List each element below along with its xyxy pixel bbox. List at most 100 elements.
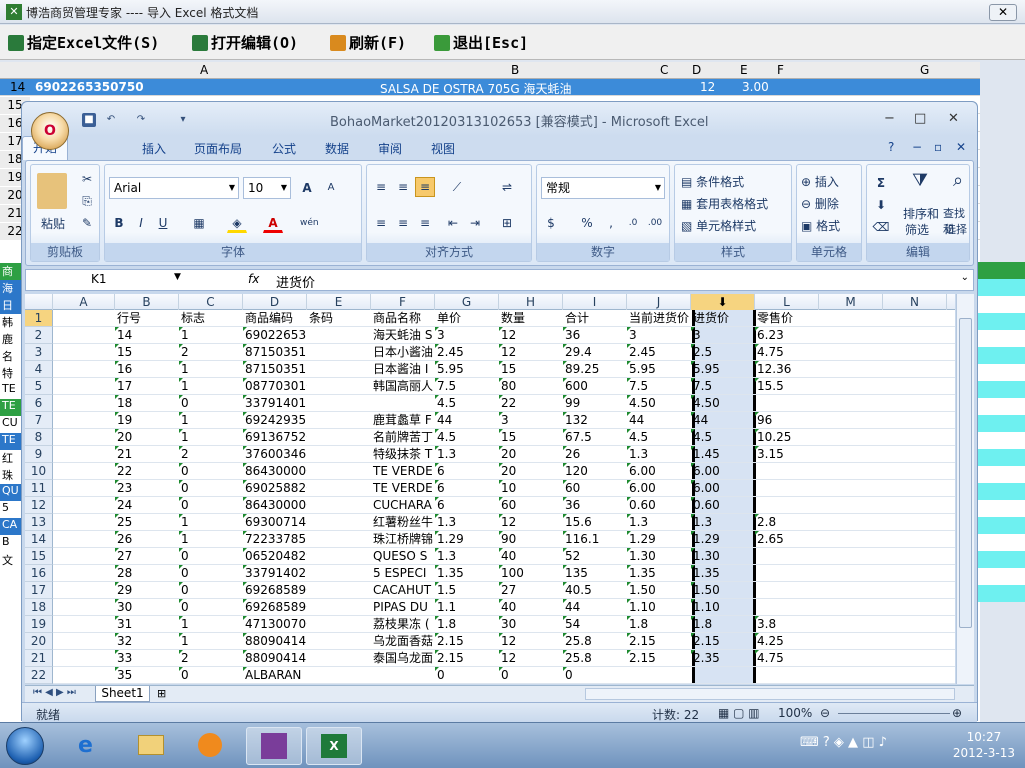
cell-f13[interactable]: 红薯粉丝牛 [371, 514, 435, 531]
currency-icon[interactable]: $ [541, 213, 561, 233]
row-header[interactable]: 8 [25, 429, 53, 446]
paste-label[interactable]: 粘贴 [41, 215, 65, 232]
cell-j7[interactable]: 44 [627, 412, 691, 429]
cell-c9[interactable]: 2 [179, 446, 243, 463]
cell-e9[interactable] [307, 446, 371, 463]
insert-cells-button[interactable]: ⊕ 插入 [801, 173, 839, 190]
bold-icon[interactable]: B [109, 213, 129, 233]
cell-a22[interactable] [53, 667, 115, 684]
column-header-n[interactable]: N [883, 294, 947, 310]
cell-h14[interactable]: 90 [499, 531, 563, 548]
cell-j17[interactable]: 1.50 [627, 582, 691, 599]
row-header[interactable]: 22 [25, 667, 53, 684]
cell-c7[interactable]: 1 [179, 412, 243, 429]
cell-d16[interactable]: 337914021 [243, 565, 307, 582]
cell-d4[interactable]: 871503511 [243, 361, 307, 378]
cell-i15[interactable]: 52 [563, 548, 627, 565]
cell-k18[interactable]: 1.10 [691, 599, 755, 616]
increase-decimal-icon[interactable]: .0 [623, 213, 643, 233]
row-header[interactable]: 11 [25, 480, 53, 497]
cell-a9[interactable] [53, 446, 115, 463]
number-format-select[interactable]: 常规 ▼ [541, 177, 665, 199]
cell-j3[interactable]: 2.45 [627, 344, 691, 361]
cell-g4[interactable]: 5.95 [435, 361, 499, 378]
cell-a16[interactable] [53, 565, 115, 582]
cell-k7[interactable]: 44 [691, 412, 755, 429]
cell-d19[interactable]: 471300700 [243, 616, 307, 633]
format-as-table-button[interactable]: ▦ 套用表格格式 [681, 195, 768, 212]
cell-g7[interactable]: 44 [435, 412, 499, 429]
cell-k1[interactable]: 进货价 [691, 310, 755, 327]
cell-d14[interactable]: 722337856 [243, 531, 307, 548]
format-cells-button[interactable]: ▣ 格式 [801, 217, 840, 234]
cell-e18[interactable] [307, 599, 371, 616]
cell-f7[interactable]: 鹿茸蠡草 F [371, 412, 435, 429]
cell-h8[interactable]: 15 [499, 429, 563, 446]
cell-d18[interactable]: 692685890 [243, 599, 307, 616]
cell-f20[interactable]: 乌龙面香菇 [371, 633, 435, 650]
cell-b20[interactable]: 32 [115, 633, 179, 650]
cell-d11[interactable]: 690258820 [243, 480, 307, 497]
cell-b1[interactable]: 行号 [115, 310, 179, 327]
cell-b14[interactable]: 26 [115, 531, 179, 548]
sort-filter-icon[interactable]: ⧩ [907, 171, 933, 197]
cell-j18[interactable]: 1.10 [627, 599, 691, 616]
cut-icon[interactable]: ✂ [77, 169, 97, 189]
cell-l20[interactable]: 4.25 [755, 633, 819, 650]
column-header-a[interactable]: A [53, 294, 115, 310]
cell-l16[interactable] [755, 565, 819, 582]
cell-j9[interactable]: 1.3 [627, 446, 691, 463]
cell-c21[interactable]: 2 [179, 650, 243, 667]
row-header[interactable]: 7 [25, 412, 53, 429]
wrap-text-icon[interactable]: ⇌ [497, 177, 517, 197]
align-middle-icon[interactable]: ≡ [393, 177, 413, 197]
ribbon-minimize-icon[interactable]: − [912, 140, 922, 154]
increase-indent-icon[interactable]: ⇥ [465, 213, 485, 233]
view-mode-icons[interactable]: ▦ ▢ ▥ [718, 706, 760, 720]
cell-i9[interactable]: 26 [563, 446, 627, 463]
row-header[interactable]: 18 [25, 599, 53, 616]
tray-icons[interactable]: ⌨ ? ◈ ▲ ◫ ♪ [800, 735, 887, 750]
cell-k21[interactable]: 2.35 [691, 650, 755, 667]
cell-j22[interactable] [627, 667, 691, 684]
cell-g3[interactable]: 2.45 [435, 344, 499, 361]
formula-input[interactable]: 进货价 [276, 272, 315, 291]
vertical-scroll-thumb[interactable] [959, 318, 972, 628]
cell-c16[interactable]: 0 [179, 565, 243, 582]
orientation-icon[interactable]: ⟋ [447, 177, 467, 197]
cell-f9[interactable]: 特级抹茶 T [371, 446, 435, 463]
column-header-c[interactable]: C [179, 294, 243, 310]
row-header[interactable]: 14 [25, 531, 53, 548]
cell-f18[interactable]: PIPAS DU [371, 599, 435, 616]
clear-icon[interactable]: ⌫ [871, 217, 891, 237]
decrease-decimal-icon[interactable]: .00 [645, 213, 665, 233]
cell-a4[interactable] [53, 361, 115, 378]
cell-b10[interactable]: 22 [115, 463, 179, 480]
cell-d12[interactable]: 864300000 [243, 497, 307, 514]
app-close-button[interactable]: ✕ [989, 4, 1017, 21]
cell-e12[interactable] [307, 497, 371, 514]
cell-i5[interactable]: 600 [563, 378, 627, 395]
cell-f19[interactable]: 荔枝果冻 ( [371, 616, 435, 633]
align-center-icon[interactable]: ≡ [393, 213, 413, 233]
cell-j11[interactable]: 6.00 [627, 480, 691, 497]
column-header-f[interactable]: F [371, 294, 435, 310]
row-header[interactable]: 20 [25, 633, 53, 650]
cell-e11[interactable] [307, 480, 371, 497]
merge-cells-icon[interactable]: ⊞ [497, 213, 517, 233]
cell-f2[interactable]: 海天蚝油 S [371, 327, 435, 344]
cell-l19[interactable]: 3.8 [755, 616, 819, 633]
cell-c2[interactable]: 1 [179, 327, 243, 344]
cell-g16[interactable]: 1.35 [435, 565, 499, 582]
select-all-corner[interactable] [25, 294, 53, 310]
cell-l15[interactable] [755, 548, 819, 565]
cell-g2[interactable]: 3 [435, 327, 499, 344]
tab-review[interactable]: 审阅 [378, 140, 402, 157]
cell-h18[interactable]: 40 [499, 599, 563, 616]
cell-i7[interactable]: 132 [563, 412, 627, 429]
cell-c22[interactable]: 0 [179, 667, 243, 684]
font-name-select[interactable]: Arial ▼ [109, 177, 239, 199]
ie-icon[interactable]: e [64, 727, 120, 765]
cell-a6[interactable] [53, 395, 115, 412]
cell-d21[interactable]: 880904142 [243, 650, 307, 667]
